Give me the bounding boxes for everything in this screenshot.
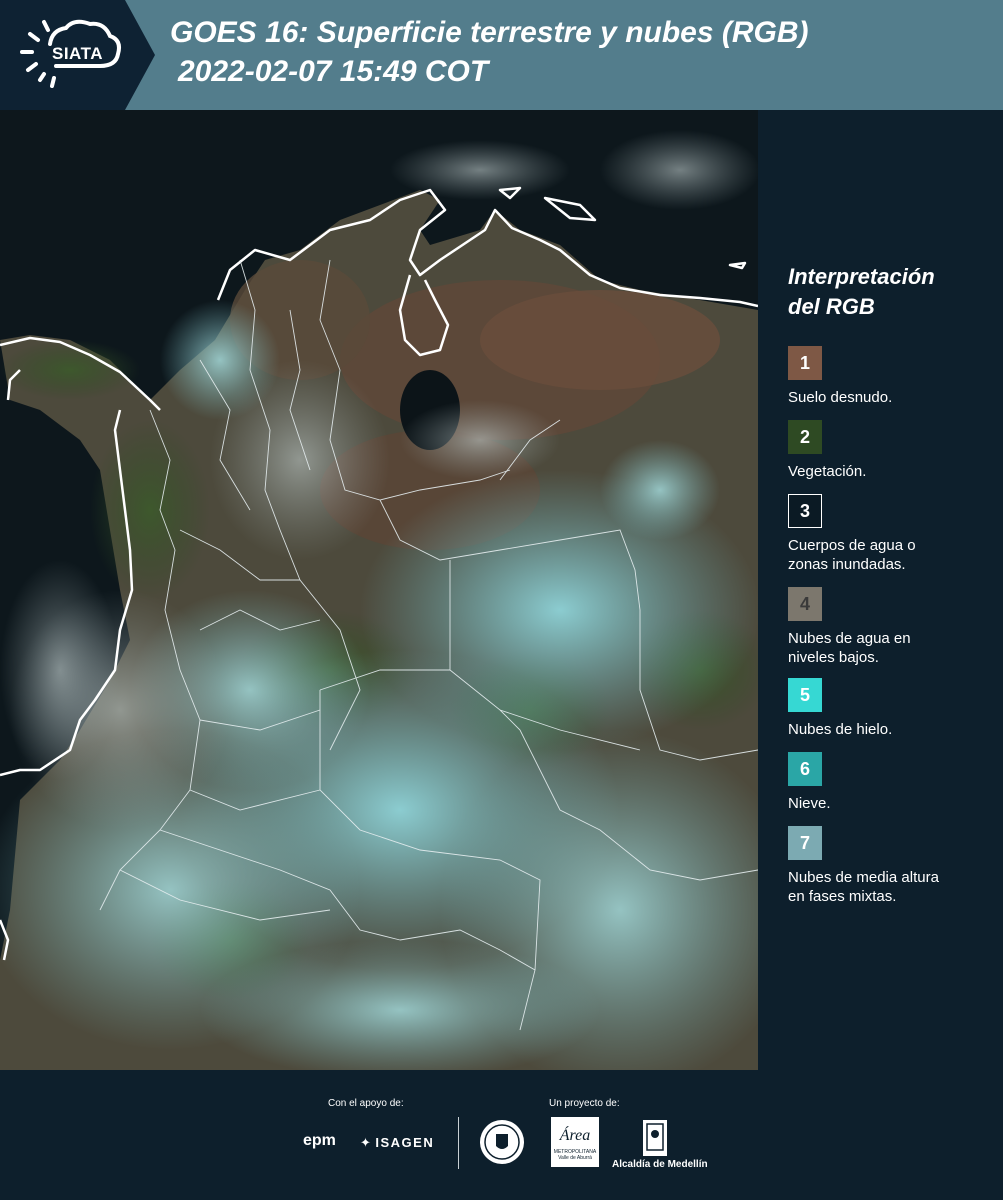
legend-label-1: Suelo desnudo. <box>788 389 893 406</box>
legend-swatch-2: 2 <box>788 420 822 454</box>
legend-item-2: 2 Vegetación. <box>788 420 993 481</box>
footer-divider <box>458 1117 459 1169</box>
legend-label-2: Vegetación. <box>788 463 867 480</box>
legend-item-1: 1 Suelo desnudo. <box>788 346 993 407</box>
legend-item-3: 3 Cuerpos de agua o zonas inundadas. <box>788 494 993 574</box>
coat-of-arms-icon <box>643 1120 667 1156</box>
medellin-seal <box>478 1118 526 1171</box>
header-bar: SIATA GOES 16: Superficie terrestre y nu… <box>0 0 1003 110</box>
legend-item-5: 5 Nubes de hielo. <box>788 678 993 739</box>
isagen-logo: ✦ ISAGEN <box>360 1135 435 1150</box>
legend-swatch-7: 7 <box>788 826 822 860</box>
area-metropolitana-logo: Área METROPOLITANA Valle de Aburrá <box>551 1117 599 1167</box>
legend-label-4: Nubes de agua en niveles bajos. <box>788 630 911 666</box>
footer-sponsors: Con el apoyo de: Un proyecto de: epm ✦ I… <box>0 1070 1003 1200</box>
siata-logo-text: SIATA <box>52 44 103 63</box>
legend-item-4: 4 Nubes de agua en niveles bajos. <box>788 587 993 667</box>
isagen-mark-icon: ✦ <box>360 1135 371 1150</box>
seal-icon <box>480 1120 524 1164</box>
legend-panel: Interpretación del RGB 1 Suelo desnudo. … <box>758 110 1003 1070</box>
satellite-map <box>0 110 758 1070</box>
page-title: GOES 16: Superficie terrestre y nubes (R… <box>170 16 809 49</box>
legend-swatch-5: 5 <box>788 678 822 712</box>
legend-item-6: 6 Nieve. <box>788 752 993 813</box>
legend-label-7: Nubes de media altura en fases mixtas. <box>788 869 939 905</box>
legend-label-5: Nubes de hielo. <box>788 721 893 738</box>
legend-swatch-3: 3 <box>788 494 822 528</box>
legend-item-7: 7 Nubes de media altura en fases mixtas. <box>788 826 993 906</box>
siata-logo: SIATA <box>0 0 155 110</box>
alcaldia-label: Alcaldía de Medellín <box>612 1159 708 1170</box>
page-subtitle-timestamp: 2022-02-07 15:49 COT <box>178 55 489 88</box>
legend-swatch-4: 4 <box>788 587 822 621</box>
legend-label-6: Nieve. <box>788 795 831 812</box>
support-label: Con el apoyo de: <box>328 1098 404 1109</box>
legend-label-3: Cuerpos de agua o zonas inundadas. <box>788 537 916 573</box>
epm-logo: epm <box>303 1132 336 1149</box>
alcaldia-emblem <box>640 1118 670 1163</box>
project-label: Un proyecto de: <box>549 1098 620 1109</box>
legend-swatch-6: 6 <box>788 752 822 786</box>
legend-swatch-1: 1 <box>788 346 822 380</box>
satellite-map-graphic <box>0 110 758 1070</box>
legend-title: Interpretación del RGB <box>788 264 935 319</box>
